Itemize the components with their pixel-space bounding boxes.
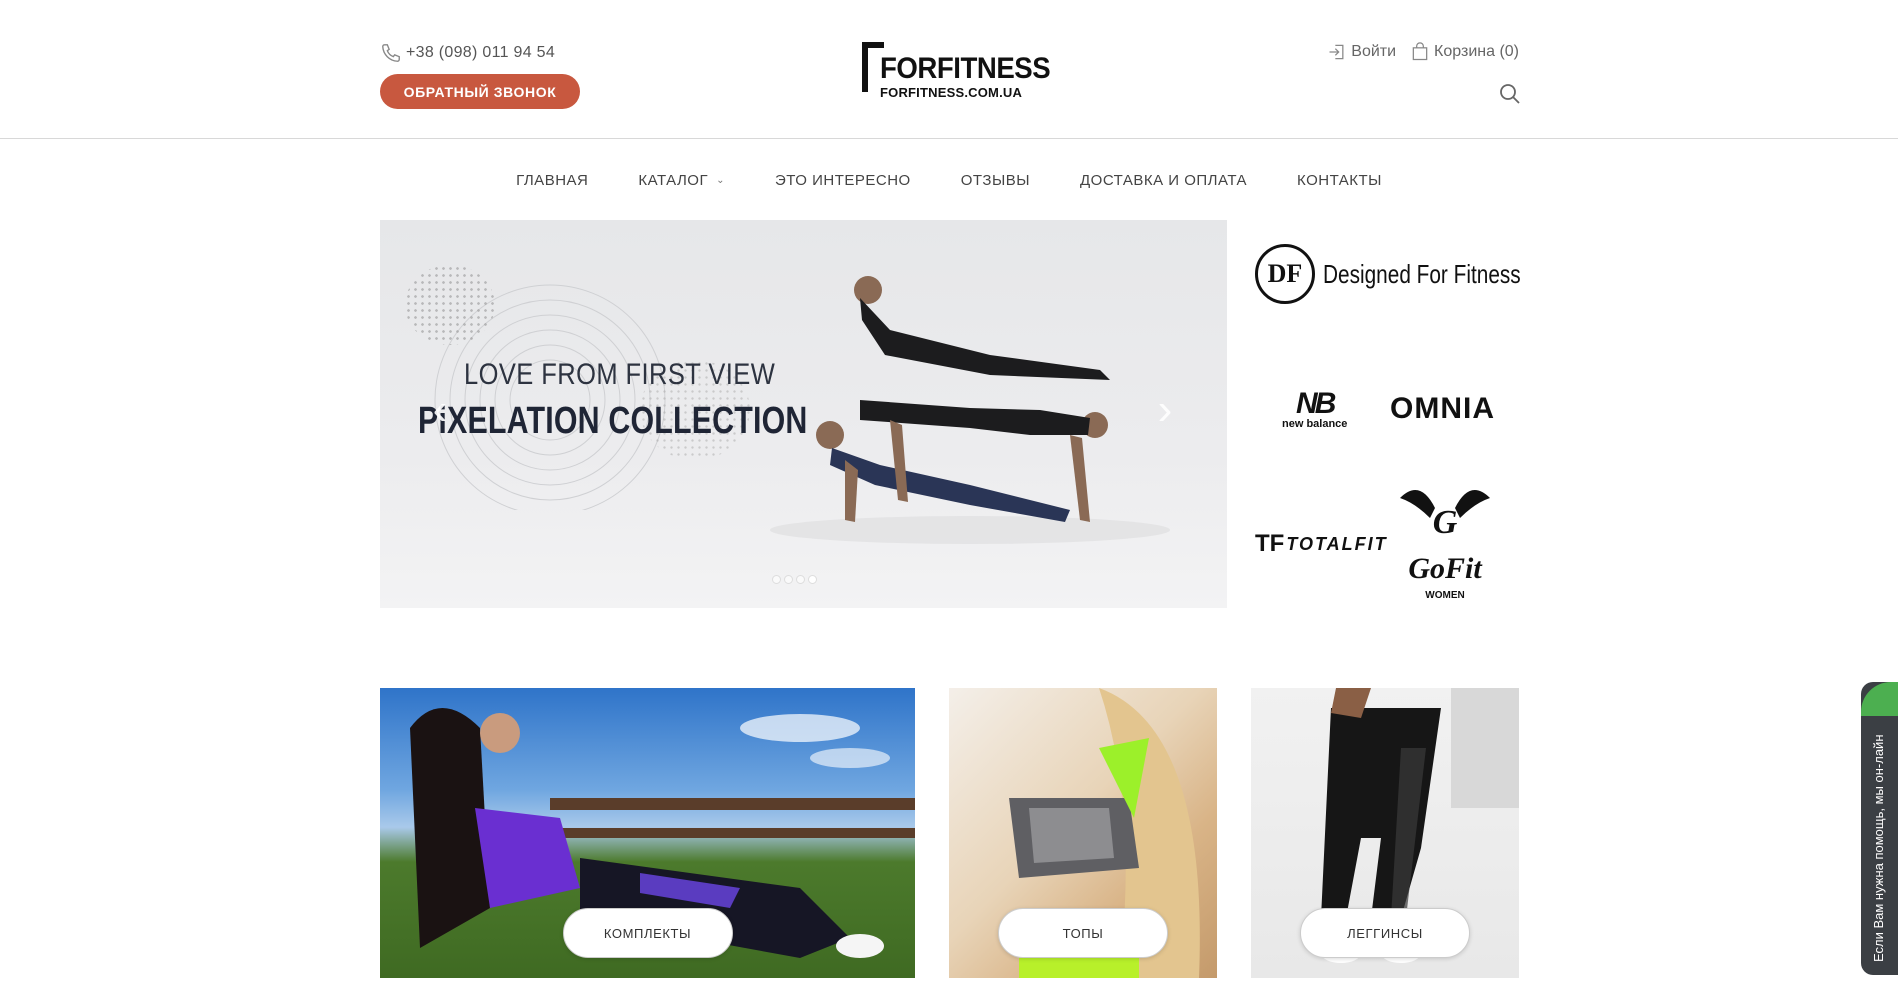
new-balance-logo-icon: NB <box>1296 387 1336 420</box>
cart-link[interactable]: Корзина (0) <box>1410 42 1519 62</box>
category-card-leggings[interactable]: ЛЕГГИНСЫ <box>1251 688 1519 978</box>
chat-widget-text: Если Вам нужна помощь, мы он-лайн <box>1871 734 1886 963</box>
gofit-sub: WOMEN <box>1425 590 1464 601</box>
chat-widget[interactable]: Если Вам нужна помощь, мы он-лайн <box>1861 682 1898 975</box>
brand-omnia[interactable]: OMNIA <box>1390 392 1495 426</box>
brand-totalfit[interactable]: TF TOTALFIT <box>1255 530 1388 558</box>
nav-item-reviews[interactable]: ОТЗЫВЫ <box>961 172 1030 189</box>
category-leggings-button[interactable]: ЛЕГГИНСЫ <box>1300 908 1470 958</box>
nav-item-contacts[interactable]: КОНТАКТЫ <box>1297 172 1382 189</box>
site-logo[interactable]: FORFITNESS FORFITNESS.COM.UA <box>860 40 1051 104</box>
df-logo-icon: DF <box>1255 244 1315 304</box>
df-logo-text: Designed For Fitness <box>1323 258 1521 289</box>
dot-pattern <box>405 265 495 345</box>
totalfit-logo-icon: TF <box>1255 530 1285 557</box>
cart-icon <box>1412 42 1428 61</box>
new-balance-text: new balance <box>1282 418 1348 430</box>
nav-item-delivery[interactable]: ДОСТАВКА И ОПЛАТА <box>1080 172 1247 189</box>
category-card-sets[interactable]: КОМПЛЕКТЫ <box>380 688 915 978</box>
brand-logos: DF Designed For Fitness NB new balance O… <box>1250 220 1521 610</box>
login-label: Войти <box>1351 43 1397 60</box>
category-sets-button[interactable]: КОМПЛЕКТЫ <box>562 908 733 958</box>
slider-pager <box>772 575 820 584</box>
login-icon <box>1329 44 1344 60</box>
online-indicator <box>1861 682 1898 716</box>
search-icon[interactable] <box>1498 82 1522 106</box>
callback-button[interactable]: ОБРАТНЫЙ ЗВОНОК <box>380 74 580 109</box>
slide-title: PiXELATION COLLECTION <box>418 400 808 442</box>
slider-prev-arrow[interactable]: ‹ <box>425 388 455 432</box>
svg-text:G: G <box>1433 504 1458 541</box>
logo-name: FORFITNESS <box>880 52 1051 85</box>
gofit-text: GoFit <box>1408 552 1483 585</box>
phone-number[interactable]: +38 (098) 011 94 54 <box>406 44 555 62</box>
site-header: +38 (098) 011 94 54 ОБРАТНЫЙ ЗВОНОК FORF… <box>0 0 1898 139</box>
logo-domain: FORFITNESS.COM.UA <box>880 85 1023 100</box>
pager-dot[interactable] <box>796 575 805 584</box>
nav-item-catalog-label: КАТАЛОГ <box>638 171 709 189</box>
category-card-tops[interactable]: ТОПЫ <box>949 688 1217 978</box>
category-tops-button[interactable]: ТОПЫ <box>998 908 1168 958</box>
phone-icon <box>380 42 402 64</box>
nav-item-interesting[interactable]: ЭТО ИНТЕРЕСНО <box>775 172 911 189</box>
pager-dot[interactable] <box>784 575 793 584</box>
slide-subtitle: LOVE FROM FIRST VIEW <box>464 358 776 391</box>
phone-contact[interactable]: +38 (098) 011 94 54 <box>380 42 555 64</box>
brand-new-balance[interactable]: NB new balance <box>1282 387 1348 431</box>
slide-photo <box>770 276 1170 544</box>
cart-label: Корзина (0) <box>1434 43 1519 60</box>
brand-designed-for-fitness[interactable]: DF Designed For Fitness <box>1255 244 1570 304</box>
hero-slider[interactable]: LOVE FROM FIRST VIEW PiXELATION COLLECTI… <box>380 220 1227 608</box>
totalfit-text: TOTALFIT <box>1286 533 1388 554</box>
login-link[interactable]: Войти <box>1327 42 1396 62</box>
df-logo-mark: DF <box>1267 259 1303 288</box>
pager-dot[interactable] <box>772 575 781 584</box>
slider-next-arrow[interactable]: › <box>1150 388 1180 432</box>
account-links: Войти Корзина (0) <box>1313 42 1519 62</box>
pager-dot-active[interactable] <box>808 575 817 584</box>
chevron-down-icon: ⌄ <box>716 174 725 186</box>
nav-item-catalog[interactable]: КАТАЛОГ ⌄ <box>638 172 725 189</box>
nav-item-home[interactable]: ГЛАВНАЯ <box>516 172 588 189</box>
brand-gofit[interactable]: G GoFit WOMEN <box>1390 478 1500 608</box>
main-nav: ГЛАВНАЯ КАТАЛОГ ⌄ ЭТО ИНТЕРЕСНО ОТЗЫВЫ Д… <box>0 140 1898 220</box>
